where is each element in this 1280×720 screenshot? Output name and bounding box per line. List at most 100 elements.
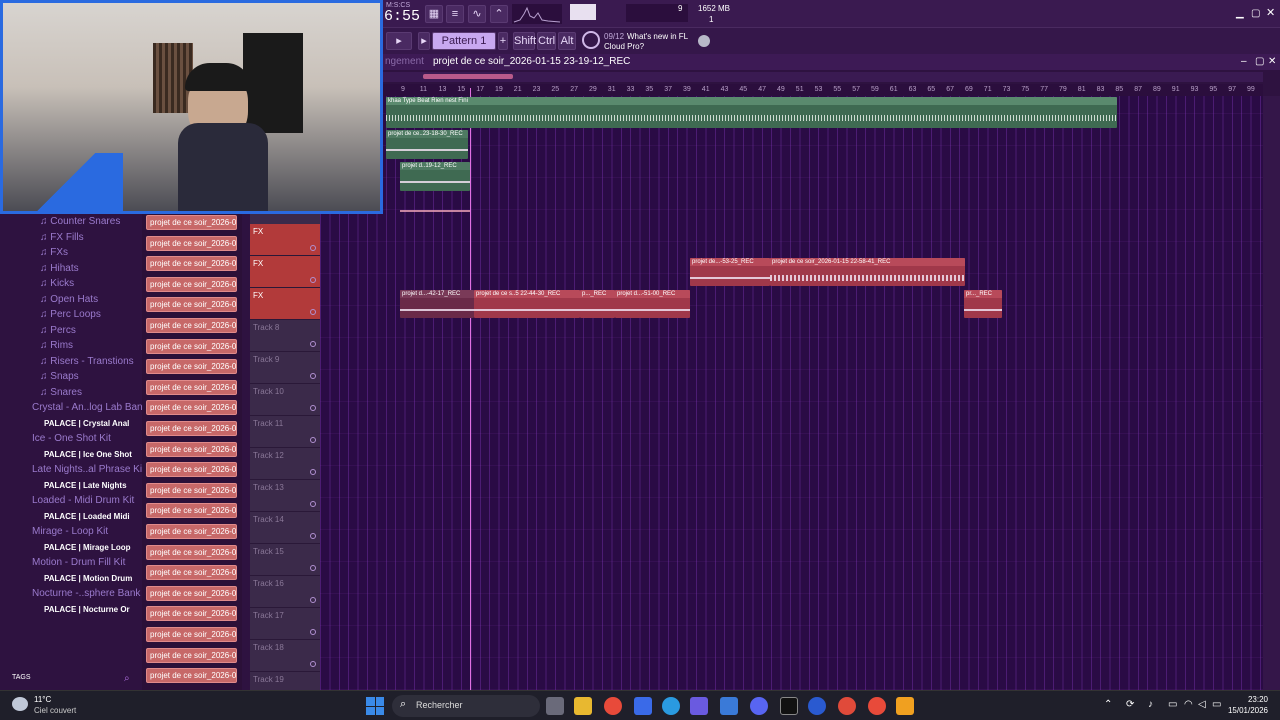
- track-mute-icon[interactable]: [310, 309, 316, 315]
- track-header[interactable]: Track 15: [250, 544, 320, 576]
- pattern-clip[interactable]: projet de ce soir_2026-0...: [146, 338, 237, 354]
- pattern-clip[interactable]: projet de ce soir_2026-0...: [146, 627, 237, 642]
- browser-item[interactable]: Late Nights..al Phrase Kit: [0, 462, 142, 477]
- browser-item[interactable]: PALACE | Loaded Midi: [0, 509, 142, 524]
- overview-highlight[interactable]: [423, 74, 513, 79]
- browser-item[interactable]: Mirage - Loop Kit: [0, 524, 142, 539]
- pattern-clip[interactable]: projet de ce soir_2026-0...: [146, 462, 237, 478]
- track-header[interactable]: FX: [250, 288, 320, 320]
- browser-item[interactable]: ♫ Open Hats: [0, 292, 142, 307]
- browser-item[interactable]: Crystal - An..log Lab Bank: [0, 400, 142, 415]
- track-header[interactable]: Track 18: [250, 640, 320, 672]
- word-icon[interactable]: [808, 697, 826, 715]
- browser-item[interactable]: ♫ Counter Snares: [0, 214, 142, 229]
- playlist-minimize-icon[interactable]: –: [1241, 54, 1247, 70]
- browser-item[interactable]: ♫ Snaps: [0, 369, 142, 384]
- file-explorer-icon[interactable]: [574, 697, 592, 715]
- pattern-clip[interactable]: projet de ce soir_2026-0...: [146, 359, 237, 375]
- mixer-icon[interactable]: ∿: [468, 5, 486, 23]
- news-title[interactable]: What's new in FL: [627, 32, 688, 41]
- piano-roll-icon[interactable]: ▦: [425, 5, 443, 23]
- epic-games-icon[interactable]: [780, 697, 798, 715]
- browser-item[interactable]: ♫ FXs: [0, 245, 142, 260]
- audio-clip-beat[interactable]: khaa Type Beat Rien nest Fini: [386, 97, 1117, 128]
- audio-clip-3[interactable]: [400, 206, 470, 216]
- pattern-clip[interactable]: projet de ce soir_2026-0...: [146, 585, 237, 601]
- app-icon[interactable]: [838, 697, 856, 715]
- audio-clip-6[interactable]: projet d...-42-17_REC: [400, 290, 474, 318]
- windows-start-icon[interactable]: [366, 697, 384, 715]
- pattern-clip[interactable]: projet de ce soir_2026-0...: [146, 565, 237, 581]
- browser-item[interactable]: PALACE | Motion Drum: [0, 571, 142, 586]
- audio-clip-10[interactable]: pr..._REC: [964, 290, 1002, 318]
- browser-item[interactable]: ♫ Perc Loops: [0, 307, 142, 322]
- track-header[interactable]: FX: [250, 256, 320, 288]
- speaker-icon[interactable]: ◁: [1198, 699, 1206, 710]
- track-mute-icon[interactable]: [310, 629, 316, 635]
- snap-select[interactable]: ▸: [386, 32, 412, 50]
- track-mute-icon[interactable]: [310, 277, 316, 283]
- pattern-clip[interactable]: projet de ce soir_2026-0...: [146, 235, 237, 251]
- browser-item[interactable]: ♫ Kicks: [0, 276, 142, 291]
- teams-icon[interactable]: [690, 697, 708, 715]
- track-mute-icon[interactable]: [310, 469, 316, 475]
- add-pattern-icon[interactable]: +: [498, 32, 508, 50]
- discord-icon[interactable]: [750, 697, 768, 715]
- timeline-ruler[interactable]: 9 11 13 15 17 19 21 23 25 27 29 31 33 35 37 39 41 43 45 47 4…: [383, 84, 1263, 96]
- track-header[interactable]: Track 10: [250, 384, 320, 416]
- playlist-maximize-icon[interactable]: ▢: [1255, 54, 1264, 70]
- channel-rack-icon[interactable]: ≡: [446, 5, 464, 23]
- playlist-overview-scroll[interactable]: [383, 72, 1263, 82]
- audio-clip-5[interactable]: projet de ce soir_2026-01-15 22-58-41_RE…: [770, 258, 965, 286]
- track-header[interactable]: FX: [250, 224, 320, 256]
- minimize-icon[interactable]: ▁: [1236, 8, 1244, 19]
- track-header[interactable]: Track 13: [250, 480, 320, 512]
- pattern-clip[interactable]: projet de ce soir_2026-0...: [146, 441, 237, 457]
- news-subtitle[interactable]: Cloud Pro?: [604, 42, 644, 51]
- battery-icon[interactable]: ▭: [1212, 699, 1221, 710]
- store-icon[interactable]: [720, 697, 738, 715]
- weather-icon[interactable]: [12, 697, 28, 711]
- track-header[interactable]: Track 11: [250, 416, 320, 448]
- alt-key[interactable]: Alt: [558, 32, 576, 50]
- browser-item[interactable]: ♫ Snares: [0, 385, 142, 400]
- browser-item[interactable]: ♫ Risers - Transtions: [0, 354, 142, 369]
- browser-item[interactable]: PALACE | Nocturne Or: [0, 602, 142, 617]
- fl-studio-icon[interactable]: [896, 697, 914, 715]
- track-mute-icon[interactable]: [310, 341, 316, 347]
- pattern-clip[interactable]: projet de ce soir_2026-0...: [146, 503, 237, 519]
- chrome-profile-icon[interactable]: [868, 697, 886, 715]
- pattern-selector[interactable]: Pattern 1: [432, 32, 496, 50]
- browser-item[interactable]: Loaded - Midi Drum Kit: [0, 493, 142, 508]
- browser-item[interactable]: Motion - Drum Fill Kit: [0, 555, 142, 570]
- track-header[interactable]: Track 8: [250, 320, 320, 352]
- track-header[interactable]: Track 12: [250, 448, 320, 480]
- playlist-close-icon[interactable]: ✕: [1268, 54, 1276, 70]
- pattern-clip[interactable]: projet de ce soir_2026-0...: [146, 256, 237, 272]
- monitor-icon[interactable]: ▭: [1168, 699, 1177, 710]
- wifi-icon[interactable]: ◠: [1184, 699, 1193, 710]
- track-mute-icon[interactable]: [310, 533, 316, 539]
- maximize-icon[interactable]: ▢: [1251, 8, 1260, 19]
- track-header[interactable]: Track 9: [250, 352, 320, 384]
- globe-icon[interactable]: [698, 35, 710, 47]
- sync-icon[interactable]: ⟳: [1126, 699, 1134, 710]
- track-mute-icon[interactable]: [310, 501, 316, 507]
- play-pattern-icon[interactable]: ▸: [418, 32, 430, 50]
- track-header[interactable]: Track 16: [250, 576, 320, 608]
- pattern-clip[interactable]: projet de ce soir_2026-0...: [146, 297, 237, 313]
- browser-item[interactable]: PALACE | Ice One Shot: [0, 447, 142, 462]
- audio-clip-4[interactable]: projet de...-53-25_REC: [690, 258, 770, 286]
- pattern-clip[interactable]: projet de ce soir_2026-0...: [146, 544, 237, 560]
- pattern-clip[interactable]: projet de ce soir_2026-0...: [146, 215, 237, 230]
- clock-time[interactable]: 23:20: [1244, 695, 1268, 704]
- track-header[interactable]: Track 14: [250, 512, 320, 544]
- pattern-clip[interactable]: projet de ce soir_2026-0...: [146, 400, 237, 416]
- track-mute-icon[interactable]: [310, 597, 316, 603]
- browser-item[interactable]: PALACE | Crystal Anal: [0, 416, 142, 431]
- weather-desc[interactable]: Ciel couvert: [34, 706, 76, 715]
- taskbar-search[interactable]: ⌕ Rechercher: [392, 695, 540, 717]
- tray-chevron-icon[interactable]: ⌃: [1104, 699, 1112, 710]
- news-icon[interactable]: [582, 31, 600, 49]
- shift-key[interactable]: Shift: [513, 32, 536, 50]
